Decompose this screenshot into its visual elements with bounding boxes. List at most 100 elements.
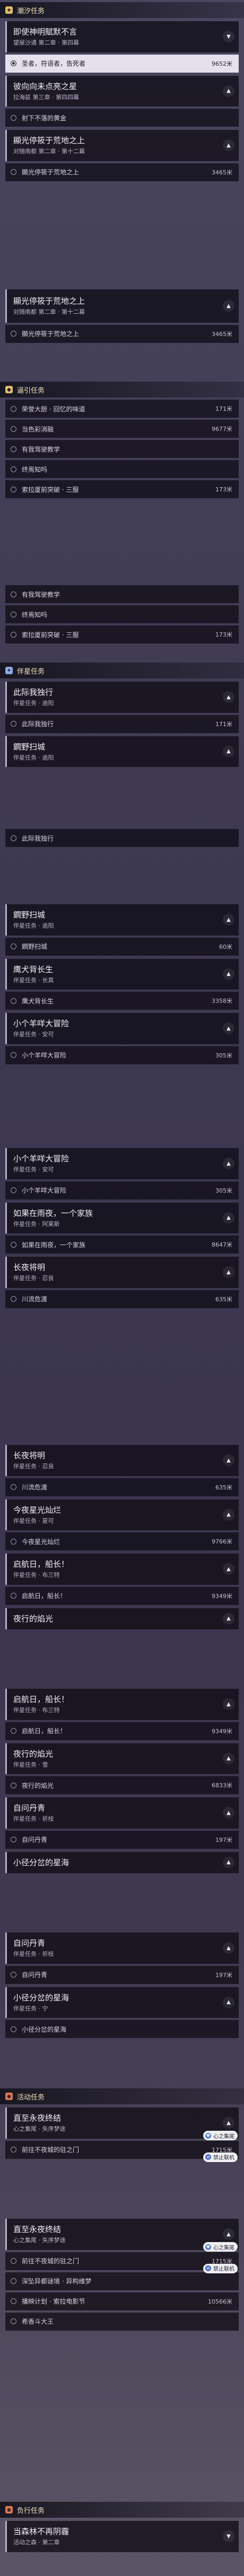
quest-card[interactable]: 小径分岔的星海 ▲: [5, 1851, 239, 1873]
quest-step[interactable]: 川流危渡 635米: [5, 1478, 239, 1496]
quest-step[interactable]: 前往不夜城的驻之门 1715米 ⊘ 禁止联机: [5, 2140, 239, 2162]
chevron-up-icon[interactable]: ▲: [223, 139, 234, 152]
quest-card[interactable]: 小个羊咩大冒险 伴星任务 · 安可 ▲: [5, 1148, 239, 1179]
quest-card[interactable]: 鹰犬背长生 伴星任务 · 长真 ▲: [5, 958, 239, 990]
quest-card[interactable]: 夜行的焰光 ▲: [5, 1608, 239, 1629]
quest-step[interactable]: 当色彩消融 9677米: [5, 420, 239, 438]
step-distance: 197米: [215, 1836, 232, 1843]
quest-step[interactable]: 希香斗大王: [5, 2312, 239, 2331]
quest-step[interactable]: 今夜星光灿烂 9766米: [5, 1532, 239, 1551]
step-label: 圣者，符语者，告死者: [22, 60, 86, 68]
quest-step[interactable]: 顯光停筱于荒地之上 3465米: [5, 163, 239, 181]
quest-card[interactable]: 夜行的焰光 伴星任务 · 雪 ▲: [5, 1743, 239, 1775]
quest-card[interactable]: 此际我独行 伴星任务 · 逾阳 ▲: [5, 682, 239, 713]
quest-step[interactable]: 如果在雨夜，一个家族 8647米: [5, 1236, 239, 1254]
quest-subtitle: 伴星任务 · 夏可: [13, 1517, 54, 1524]
chevron-up-icon[interactable]: ▲: [223, 1612, 234, 1625]
quest-card[interactable]: 自问丹青 伴星任务 · 祈枝 ▲: [5, 1933, 239, 1964]
chevron-up-icon[interactable]: ▲: [223, 2228, 234, 2240]
quest-card[interactable]: 小径分岔的星海 伴星任务 · 宁 ▲: [5, 1987, 239, 2018]
quest-step[interactable]: 索拉厦前突破 · 三服 173米: [5, 625, 239, 643]
quest-step[interactable]: 启航日，船长！ 9349米: [5, 1586, 239, 1605]
quest-title: 直至永夜终结: [13, 2225, 62, 2234]
quest-step[interactable]: 自问丹青 197米: [5, 1965, 239, 1984]
chevron-up-icon[interactable]: ▲: [223, 1454, 234, 1467]
chevron-up-icon[interactable]: ▲: [223, 1996, 234, 2008]
quest-subtitle: 对随南都 第二章 · 第十二幕: [13, 148, 85, 155]
quest-step[interactable]: 小径分岔的星海: [5, 2020, 239, 2039]
quest-step[interactable]: 深坠异都谜境 · 异构维梦: [5, 2272, 239, 2290]
quest-card[interactable]: 长夜将明 伴星任务 · 忍良 ▲: [5, 1257, 239, 1288]
step-label: 荣誉大厨 · 回忆的味道: [22, 405, 85, 413]
chevron-up-icon[interactable]: ▲: [223, 745, 234, 757]
quest-step[interactable]: 播映计划 · 索拉电影节 10566米: [5, 2292, 239, 2310]
quest-step[interactable]: 荣誉大厨 · 回忆的味道 171米: [5, 400, 239, 418]
quest-step[interactable]: 鹰犬背长生 3358米: [5, 992, 239, 1010]
quest-title: 此际我独行: [13, 687, 54, 697]
quest-card[interactable]: 彼向向未点亮之星 拉海兹 第三章 · 第四四幕 ▲: [5, 75, 239, 107]
quest-step[interactable]: 索拉厦前突破 · 三服 173米: [5, 480, 239, 498]
chevron-down-icon[interactable]: ▼: [223, 31, 234, 43]
chevron-up-icon[interactable]: ▲: [223, 1807, 234, 1819]
quest-step[interactable]: 终焉知吗: [5, 605, 239, 623]
chevron-up-icon[interactable]: ▲: [223, 1158, 234, 1170]
quest-subtitle: 伴星任务 · 布三特: [13, 1572, 60, 1579]
quest-step[interactable]: 前往不夜城的驻之门 1715米 ⊘ 禁止联机: [5, 2252, 239, 2273]
chevron-up-icon[interactable]: ▲: [223, 2117, 234, 2129]
quest-step[interactable]: 小个羊咩大冒险 305米: [5, 1046, 239, 1064]
chevron-up-icon[interactable]: ▲: [223, 1752, 234, 1765]
quest-step[interactable]: 启航日，船长！ 9349米: [5, 1722, 239, 1740]
chevron-up-icon[interactable]: ▲: [223, 1212, 234, 1224]
quest-card[interactable]: 即使神明賦默不言 望屋沙通 第二章 · 第四幕 ▼: [5, 21, 239, 52]
chevron-up-icon[interactable]: ▲: [223, 85, 234, 97]
chevron-up-icon[interactable]: ▲: [223, 1266, 234, 1278]
quest-step[interactable]: 小个羊咩大冒险 305米: [5, 1181, 239, 1199]
quest-step[interactable]: 夜行的焰光 6833米: [5, 1776, 239, 1795]
quest-card[interactable]: 如果在雨夜，一个家族 伴星任务 · 阿莱斯 ▲: [5, 1202, 239, 1234]
quest-card[interactable]: 鐧野扫城 伴星任务 · 逾阳 ▲: [5, 904, 239, 936]
quest-step[interactable]: 终焉知吗: [5, 460, 239, 478]
side-quest-step-orphan: 此际我独行: [0, 827, 244, 847]
quest-card[interactable]: 自问丹青 伴星任务 · 祈枝 ▲: [5, 1797, 239, 1829]
quest-step[interactable]: 鐧野扫城 60米: [5, 937, 239, 956]
chevron-up-icon[interactable]: ▲: [223, 1942, 234, 1954]
quest-card[interactable]: 鐧野扫城 伴星任务 · 逾阳 ▲: [5, 736, 239, 767]
chevron-up-icon[interactable]: ▲: [223, 1508, 234, 1521]
chevron-down-icon[interactable]: ▼: [223, 2530, 234, 2543]
chevron-up-icon[interactable]: ▲: [223, 1698, 234, 1710]
quest-card[interactable]: 启航日，船长！ 伴星任务 · 布三特 ▲: [5, 1554, 239, 1585]
quest-step-selected[interactable]: 圣者，符语者，告死者 9652米: [5, 54, 239, 73]
quest-card[interactable]: 直至永夜终结 心之集尾 · 失序梦途 ▲ ♥ 心之集尾: [5, 2107, 239, 2140]
chevron-up-icon[interactable]: ▲: [223, 1856, 234, 1868]
quest-card[interactable]: 直至永夜终结 心之集尾 · 失序梦途 ▲ ♥ 心之集尾: [5, 2219, 239, 2252]
chevron-up-icon[interactable]: ▲: [223, 914, 234, 926]
step-label: 鹰犬背长生: [22, 997, 54, 1005]
quest-step[interactable]: 顯光停筱于荒地之上 3465米: [5, 324, 239, 343]
quest-card[interactable]: 顯光停筱于荒地之上 对随南都 第二章 · 第十二幕 ▲: [5, 289, 239, 323]
chevron-up-icon[interactable]: ▲: [223, 300, 234, 312]
quest-step[interactable]: 有我驾驶教学: [5, 440, 239, 458]
quest-card[interactable]: 启航日，船长！ 伴星任务 · 布三特 ▲: [5, 1689, 239, 1720]
quest-step[interactable]: 川流危渡 635米: [5, 1290, 239, 1308]
quest-card[interactable]: 顯光停筱于荒地之上 对随南都 第二章 · 第十二幕 ▲: [5, 130, 239, 161]
quest-step[interactable]: 此际我独行 171米: [5, 714, 239, 733]
quest-title: 启航日，船长！: [13, 1695, 69, 1704]
quest-subtitle: 心之集尾 · 失序梦途: [13, 2237, 66, 2244]
step-radio-icon: [11, 1728, 16, 1734]
quest-step[interactable]: 有我驾驶教学: [5, 585, 239, 603]
quest-card[interactable]: 小个羊咩大冒险 伴星任务 · 安可 ▲: [5, 1013, 239, 1044]
step-label: 索拉厦前突破 · 三服: [22, 486, 79, 493]
chevron-up-icon[interactable]: ▲: [223, 968, 234, 980]
quest-card[interactable]: 长夜将明 伴星任务 · 忍良 ▲: [5, 1445, 239, 1476]
no-multiplayer-icon: ⊘: [205, 2265, 211, 2272]
quest-card[interactable]: 今夜星光灿烂 伴星任务 · 夏可 ▲: [5, 1499, 239, 1531]
chevron-up-icon[interactable]: ▲: [223, 691, 234, 703]
step-radio-icon: [11, 114, 16, 121]
quest-step[interactable]: 自问丹青 197米: [5, 1830, 239, 1849]
quest-card[interactable]: 当森林不再阴霾 活动之森 · 第二章 ▼: [5, 2521, 239, 2552]
quest-step[interactable]: 此际我独行: [5, 829, 239, 847]
chevron-up-icon[interactable]: ▲: [223, 1563, 234, 1575]
quest-step[interactable]: 射下不落的黄金: [5, 109, 239, 127]
chevron-up-icon[interactable]: ▲: [223, 1022, 234, 1035]
step-distance: 9766米: [212, 1538, 232, 1546]
